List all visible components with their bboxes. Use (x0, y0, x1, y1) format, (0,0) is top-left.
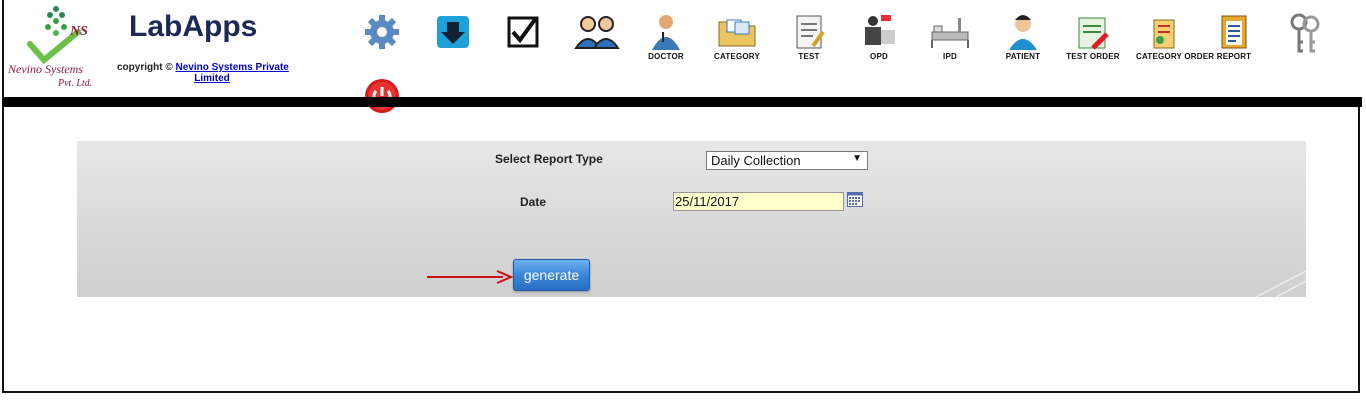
doctor-button[interactable]: DOCTOR (638, 12, 694, 66)
test-order-button[interactable]: TEST ORDER (1065, 12, 1121, 66)
ipd-button[interactable]: IPD (922, 12, 978, 66)
doctor-icon (652, 15, 680, 50)
patient-icon (1009, 15, 1037, 50)
generate-button[interactable]: generate (513, 259, 590, 291)
app-title: LabApps (129, 10, 258, 43)
calendar-icon[interactable] (847, 191, 863, 207)
checklist-button[interactable] (495, 12, 551, 66)
category-order-button[interactable]: CATEGORY ORDER (1136, 12, 1214, 66)
pointer-arrow (427, 270, 513, 284)
checkbox-icon (507, 16, 539, 48)
settings-button[interactable] (354, 12, 410, 66)
test-button[interactable]: TEST (781, 12, 837, 66)
category-button[interactable]: CATEGORY (709, 12, 765, 66)
gear-icon (365, 15, 399, 49)
ipd-bed-icon (931, 18, 969, 48)
opd-button[interactable]: OPD (851, 12, 907, 66)
keys-icon (1290, 13, 1320, 53)
category-order-icon (1153, 19, 1175, 49)
test-icon (796, 15, 825, 49)
logo-company-suffix: Pvt. Ltd. (58, 78, 93, 89)
opd-icon (865, 15, 895, 45)
report-type-value: Daily Collection (711, 153, 801, 168)
download-icon (437, 16, 469, 48)
power-icon (365, 79, 399, 113)
report-type-select[interactable]: Daily Collection ▼ (706, 151, 868, 170)
copyright-prefix: copyright © (117, 62, 173, 73)
date-input[interactable]: 25/11/2017 (673, 192, 844, 211)
chevron-down-icon: ▼ (852, 153, 862, 164)
logo-company-name: Nevino Systems (8, 62, 83, 76)
users-button[interactable] (569, 12, 625, 66)
logo-ns-text: NS (70, 24, 88, 39)
copyright-text: copyright © Nevino Systems Private Limite… (117, 62, 297, 84)
download-button[interactable] (425, 12, 481, 66)
panel-corner-decoration (1255, 270, 1306, 297)
report-form-panel (77, 141, 1306, 297)
company-logo: NS Nevino Systems Pvt. Ltd. (8, 4, 108, 90)
logout-button[interactable] (364, 78, 400, 114)
keys-button[interactable] (1277, 12, 1333, 66)
report-type-label: Select Report Type (495, 152, 603, 166)
test-order-icon (1078, 17, 1109, 50)
report-button[interactable]: REPORT (1206, 12, 1262, 66)
header: NS Nevino Systems Pvt. Ltd. LabApps copy… (4, 0, 1360, 113)
report-icon (1221, 15, 1247, 49)
users-icon (574, 16, 620, 49)
folder-icon (718, 19, 756, 47)
date-label: Date (520, 195, 547, 209)
patient-button[interactable]: PATIENT (995, 12, 1051, 66)
header-divider (2, 97, 1362, 107)
